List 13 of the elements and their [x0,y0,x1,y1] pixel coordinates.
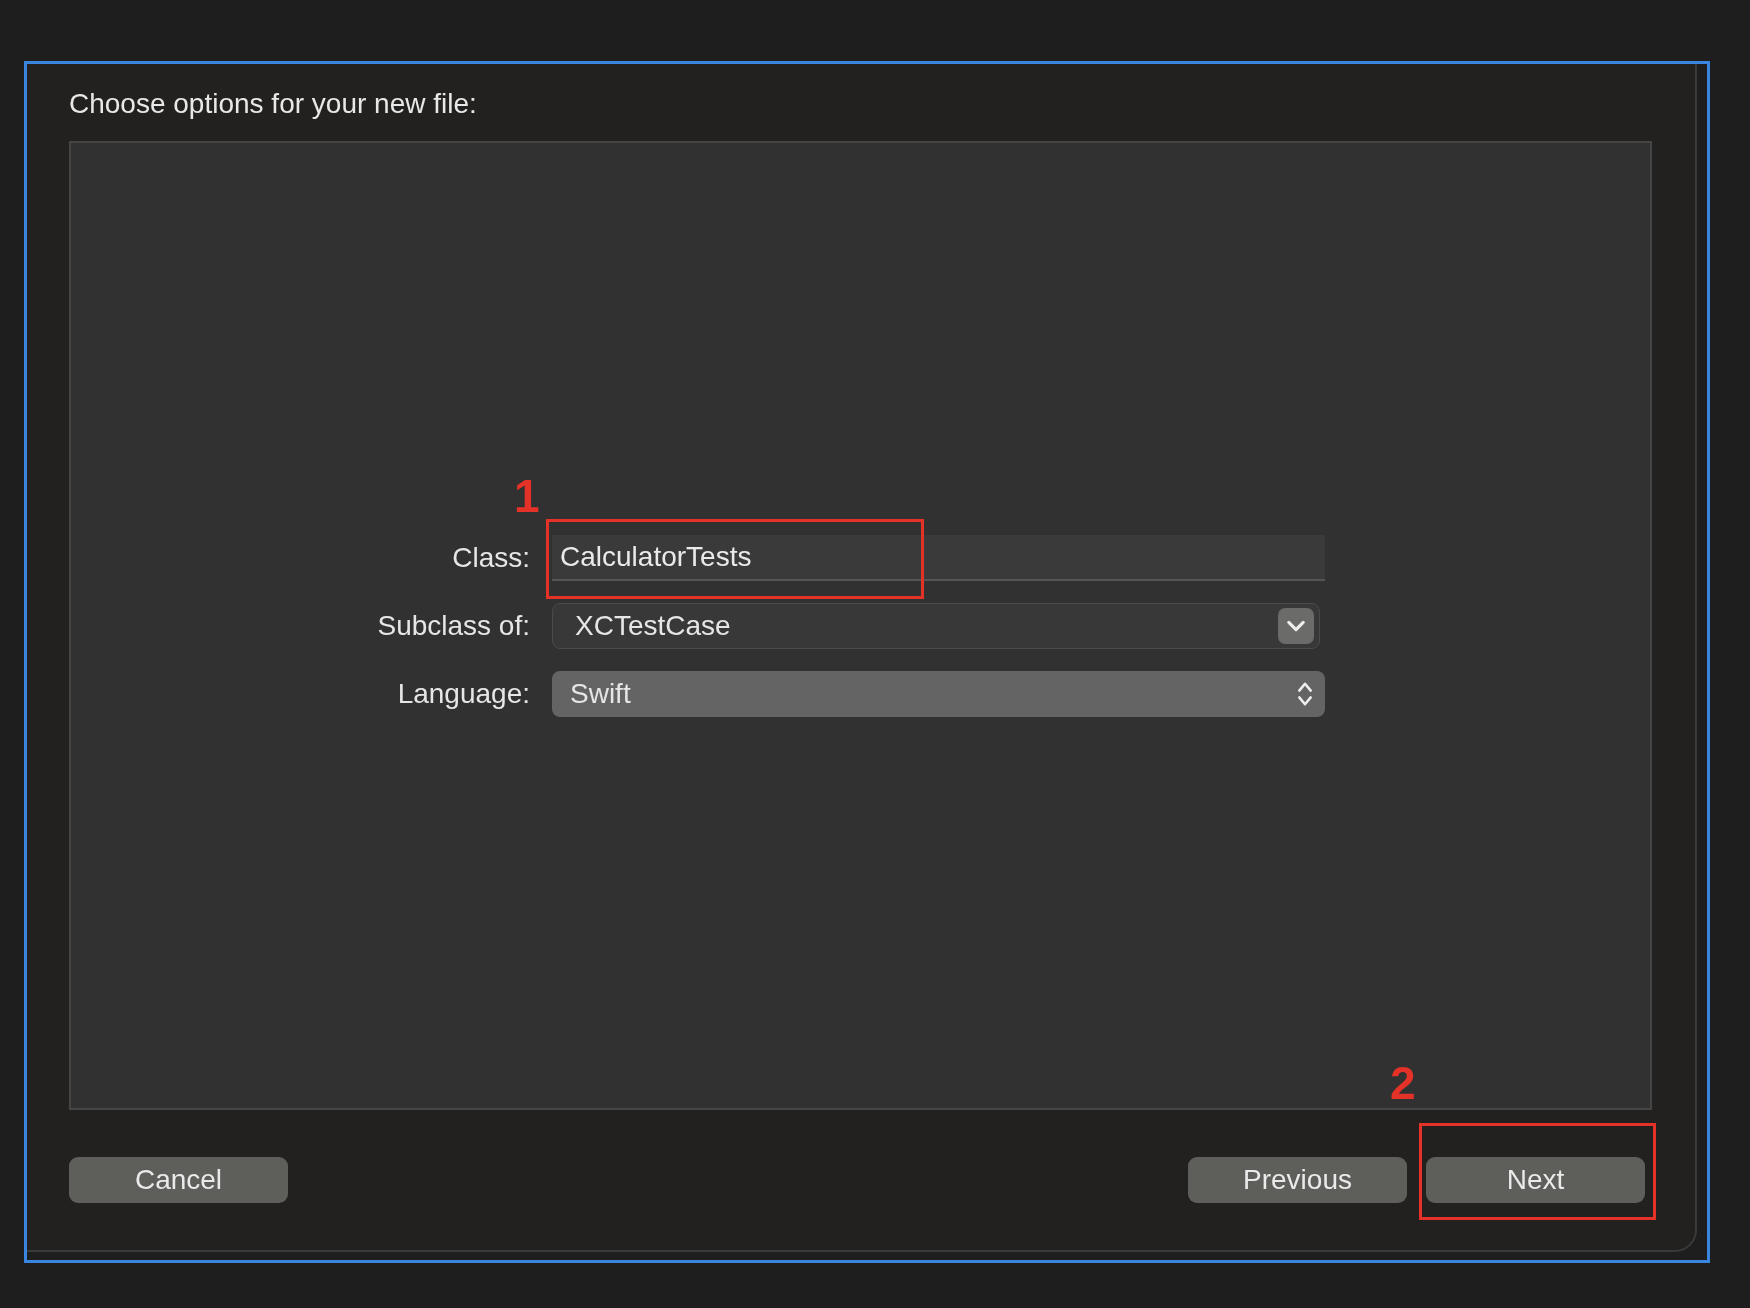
annotation-number: 2 [1390,1060,1416,1106]
combo-box[interactable]: XCTestCase [552,602,1320,649]
dialog-title: Choose options for your new file: [69,87,478,121]
dialog-button[interactable]: Next [1426,1157,1645,1203]
annotation-number: 1 [514,472,540,519]
field-label: Language: [396,677,531,710]
dialog-button[interactable]: Cancel [69,1157,288,1203]
class-name-field[interactable]: CalculatorTests [552,534,1325,581]
field-label: Subclass of: [376,609,531,642]
field-label: Class: [451,541,531,574]
dialog-button[interactable]: Previous [1188,1157,1407,1203]
popup-button[interactable]: Swift [552,670,1325,717]
chevron-down-icon[interactable] [1278,607,1314,644]
